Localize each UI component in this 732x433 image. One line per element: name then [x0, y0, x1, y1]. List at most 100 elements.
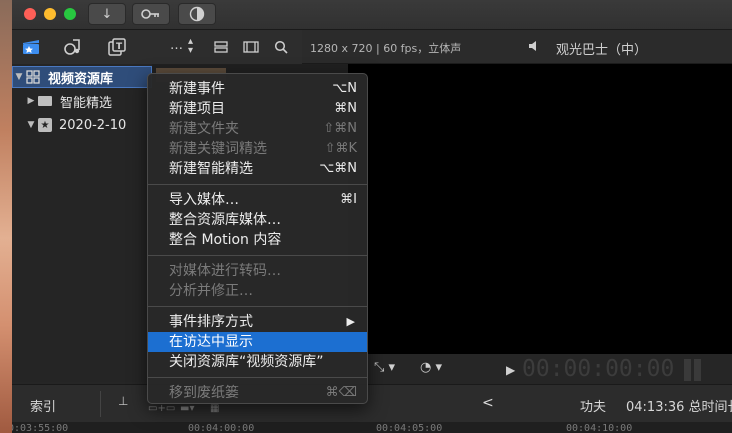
search-icon[interactable] — [270, 37, 292, 57]
library-name: 视频资源库 — [48, 71, 114, 87]
menu-item-label: 新建智能精选 — [169, 161, 253, 177]
folder-icon — [38, 96, 52, 106]
menu-item-close-library[interactable]: 关闭资源库“视频资源库” — [148, 352, 367, 372]
menu-shortcut: ⇧⌘K — [324, 141, 357, 156]
zoom-window-button[interactable] — [64, 8, 76, 20]
menu-item-move-to-trash: 移到废纸篓 ⌘⌫ — [148, 383, 367, 403]
menu-item-new-keyword-collection: 新建关键词精选 ⇧⌘K — [148, 139, 367, 159]
disclosure-closed-icon[interactable]: ▶ — [24, 96, 38, 106]
import-button[interactable]: ↓ — [88, 3, 126, 25]
menu-separator — [148, 306, 367, 307]
menu-shortcut: ⌘N — [334, 101, 357, 116]
transform-tool-icon[interactable]: ⤡ ▾ — [374, 360, 395, 375]
connect-clip-icon[interactable]: ⊥ — [118, 394, 128, 408]
menu-item-label: 关闭资源库“视频资源库” — [169, 354, 324, 370]
viewer-title: 观光巴士（中） — [556, 43, 648, 58]
menu-item-label: 新建项目 — [169, 101, 225, 117]
ruler-tick-label: 00:04:05:00 — [376, 423, 443, 433]
libraries-icon[interactable] — [20, 37, 42, 57]
disclosure-open-icon[interactable]: ▼ — [24, 120, 38, 130]
format-info: 1280 x 720 | 60 fps，立体声 — [310, 42, 462, 55]
close-window-button[interactable] — [24, 8, 36, 20]
menu-shortcut: ⌥⌘N — [319, 161, 357, 176]
menu-item-new-smart-collection[interactable]: 新建智能精选 ⌥⌘N — [148, 159, 367, 179]
ruler-tick-label: 00:04:00:00 — [188, 423, 255, 433]
timeline-ruler: 0:03:55:00 00:04:00:00 00:04:05:00 00:04… — [12, 422, 732, 433]
event-item[interactable]: ▼ ★ 2020-2-10 — [12, 114, 152, 136]
ruler-tick-label: 0:03:55:00 — [12, 423, 69, 433]
timeline-toolbar: 索引 ⊥ ▭+▭ ▬▾ ▦ < 功夫 04:13:36 总时间长 — [12, 384, 732, 422]
final-cut-window: ↓ T … ▴ ▾ 1280 x 720 | 60 fps，立体声 观光巴士（中… — [12, 0, 732, 433]
menu-separator — [148, 255, 367, 256]
menu-shortcut: ⌘I — [340, 192, 357, 207]
key-icon — [141, 9, 159, 19]
menu-item-new-project[interactable]: 新建项目 ⌘N — [148, 99, 367, 119]
overwrite-clip-icon[interactable]: ▦ — [210, 403, 219, 414]
menu-item-label: 新建关键词精选 — [169, 141, 267, 157]
browser-header-bar: T … ▴ ▾ 1280 x 720 | 60 fps，立体声 观光巴士（中） — [12, 30, 732, 64]
event-label: 2020-2-10 — [59, 117, 127, 133]
smart-collections-item[interactable]: ▶ 智能精选 — [12, 90, 152, 112]
menu-item-label: 新建文件夹 — [169, 121, 239, 137]
library-context-menu: 新建事件 ⌥N 新建项目 ⌘N 新建文件夹 ⇧⌘N 新建关键词精选 ⇧⌘K 新建… — [147, 73, 368, 404]
library-grid-icon — [26, 70, 42, 84]
speaker-icon[interactable] — [528, 40, 540, 56]
menu-item-label: 导入媒体… — [169, 192, 239, 208]
more-options[interactable]: … — [170, 38, 183, 53]
total-duration: 04:13:36 总时间长 — [626, 400, 732, 415]
menu-item-consolidate-motion[interactable]: 整合 Motion 内容 — [148, 230, 367, 250]
play-icon[interactable]: ▶ — [506, 363, 515, 377]
minimize-window-button[interactable] — [44, 8, 56, 20]
svg-text:T: T — [116, 42, 123, 52]
ruler-tick-label: 00:04:10:00 — [566, 423, 633, 433]
menu-item-label: 在访达中显示 — [169, 334, 253, 350]
keywords-button[interactable] — [132, 3, 170, 25]
half-circle-icon — [189, 6, 205, 22]
speed-gauge-icon[interactable]: ◔ ▾ — [420, 360, 442, 375]
title-bar: ↓ — [12, 0, 732, 30]
index-button[interactable]: 索引 — [30, 396, 56, 415]
menu-item-transcode-media: 对媒体进行转码… — [148, 261, 367, 281]
library-item[interactable]: ▼ 视频资源库 — [12, 66, 152, 88]
timeline-back-button[interactable]: < — [482, 395, 494, 411]
project-name: 功夫 — [580, 400, 607, 415]
disclosure-open-icon[interactable]: ▼ — [12, 72, 26, 82]
menu-item-label: 事件排序方式 — [169, 314, 253, 330]
desktop-wallpaper — [0, 0, 12, 433]
menu-separator — [148, 184, 367, 185]
smart-collections-label: 智能精选 — [60, 95, 113, 111]
menu-item-sort-events-by[interactable]: 事件排序方式 ▶ — [148, 312, 367, 332]
menu-item-import-media[interactable]: 导入媒体… ⌘I — [148, 190, 367, 210]
divider — [100, 391, 101, 417]
background-tasks-button[interactable] — [178, 3, 216, 25]
clip-appearance-icon[interactable] — [240, 37, 262, 57]
libraries-sidebar: ▼ 视频资源库 ▶ 智能精选 ▼ ★ 2020-2-10 — [12, 64, 152, 382]
viewer-controls: ⤡ ▾ ◔ ▾ ▶ 00:00:00:00 — [348, 354, 732, 384]
audio-meter-right — [694, 359, 701, 381]
menu-item-new-event[interactable]: 新建事件 ⌥N — [148, 79, 367, 99]
audio-meter-left — [684, 359, 691, 381]
menu-item-label: 分析并修正… — [169, 283, 253, 299]
menu-separator — [148, 377, 367, 378]
menu-shortcut: ⇧⌘N — [323, 121, 357, 136]
photos-audio-icon[interactable] — [62, 37, 84, 57]
menu-item-label: 移到废纸篓 — [169, 385, 239, 401]
append-clip-icon[interactable]: ▬▾ — [180, 403, 194, 414]
sort-stepper-icon[interactable]: ▴ ▾ — [188, 37, 193, 56]
menu-item-label: 对媒体进行转码… — [169, 263, 281, 279]
viewer-canvas — [348, 64, 732, 354]
menu-item-analyze-and-fix: 分析并修正… — [148, 281, 367, 301]
filmstrip-view-icon[interactable] — [210, 37, 232, 57]
titles-generators-icon[interactable]: T — [106, 37, 128, 57]
submenu-arrow-icon: ▶ — [346, 315, 355, 328]
insert-clip-icon[interactable]: ▭+▭ — [148, 403, 175, 414]
menu-item-label: 整合资源库媒体… — [169, 212, 281, 228]
event-star-icon: ★ — [38, 118, 52, 132]
download-arrow-icon: ↓ — [101, 6, 113, 22]
menu-item-label: 新建事件 — [169, 81, 225, 97]
menu-item-reveal-in-finder[interactable]: 在访达中显示 — [148, 332, 367, 352]
menu-item-consolidate-library-media[interactable]: 整合资源库媒体… — [148, 210, 367, 230]
menu-item-label: 整合 Motion 内容 — [169, 232, 282, 248]
menu-shortcut: ⌘⌫ — [325, 385, 357, 400]
menu-shortcut: ⌥N — [332, 81, 357, 96]
